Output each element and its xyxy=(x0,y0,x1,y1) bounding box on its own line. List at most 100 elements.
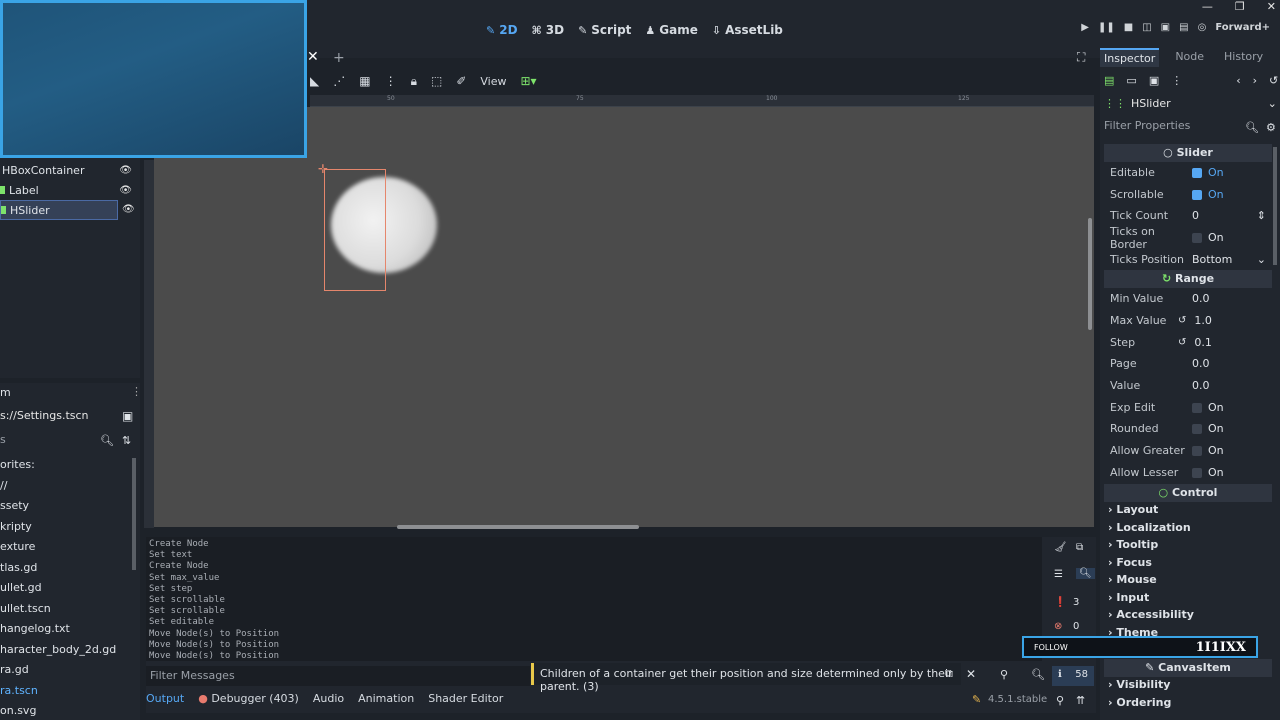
clear-log-icon[interactable]: 🧹︎ xyxy=(1054,542,1067,553)
pivot-icon[interactable]: ✛ xyxy=(318,162,328,176)
more-options-icon[interactable]: ⋮ xyxy=(1171,74,1182,87)
revert-icon[interactable]: ↺ xyxy=(1178,337,1186,348)
maximize-icon[interactable]: ❐ xyxy=(1235,0,1245,13)
grid-snap-icon[interactable]: ▦ xyxy=(359,74,370,88)
prop-step[interactable]: Step ↺ 0.1 xyxy=(1104,332,1272,353)
section-control[interactable]: ○ Control xyxy=(1104,484,1272,502)
visibility-eye-icon[interactable]: 👁︎ xyxy=(122,204,135,215)
tab-3d[interactable]: ⌘ 3D xyxy=(532,23,565,37)
expand-panel-icon[interactable]: ⇈ xyxy=(1076,694,1085,707)
tab-assetlib[interactable]: ⇩ AssetLib xyxy=(712,23,783,37)
tree-item-label[interactable]: Label 👁︎ xyxy=(0,180,140,200)
collapse-icon[interactable]: ☰ xyxy=(1054,569,1063,580)
list-item[interactable]: ssety xyxy=(0,499,132,520)
list-item[interactable]: on.svg xyxy=(0,704,132,720)
save-resource-icon[interactable]: ▣ xyxy=(1149,74,1159,87)
tab-script[interactable]: ✎ Script xyxy=(578,23,631,37)
group-mouse[interactable]: › Mouse xyxy=(1108,573,1157,586)
minimize-icon[interactable]: — xyxy=(1202,0,1213,13)
warning-filter-icon[interactable]: ❗ xyxy=(1054,597,1066,608)
prop-rounded[interactable]: Rounded On xyxy=(1104,418,1272,439)
filter-messages-input[interactable]: Filter Messages xyxy=(146,666,530,686)
search-icon[interactable]: 🔍︎ xyxy=(1031,668,1045,681)
pause-icon[interactable]: ❚❚ xyxy=(1098,22,1115,33)
anchor-presets-icon[interactable]: ⊞▾ xyxy=(520,74,536,88)
tab-inspector[interactable]: Inspector xyxy=(1100,48,1160,67)
movie-icon[interactable]: ▣ xyxy=(1161,22,1170,33)
sort-icon[interactable]: ⇅ xyxy=(122,434,131,447)
prop-ticks-position[interactable]: Ticks Position Bottom ⌄ xyxy=(1104,249,1272,270)
group-visibility[interactable]: › Visibility xyxy=(1108,678,1170,691)
tab-game[interactable]: ♟ Game xyxy=(645,23,697,37)
prop-page[interactable]: Page 0.0 xyxy=(1104,353,1272,374)
viewport-vscrollbar[interactable] xyxy=(1088,218,1092,330)
play-custom-icon[interactable]: ◎ xyxy=(1198,22,1207,33)
game-preview-window[interactable] xyxy=(0,0,307,158)
checkbox[interactable] xyxy=(1192,402,1202,413)
viewport-hscrollbar[interactable] xyxy=(397,525,639,529)
group-layout[interactable]: › Layout xyxy=(1108,503,1158,516)
list-item[interactable]: ra.gd xyxy=(0,663,132,684)
list-item[interactable]: // xyxy=(0,479,132,500)
view-menu[interactable]: View xyxy=(480,75,506,88)
tab-animation[interactable]: Animation xyxy=(358,692,414,705)
inspector-scrollbar[interactable] xyxy=(1273,147,1277,265)
prop-ticks-on-border[interactable]: Ticks on Border On xyxy=(1104,225,1272,251)
inspected-node[interactable]: ⋮⋮ HSlider ⌄ xyxy=(1104,97,1277,110)
visibility-eye-icon[interactable]: 👁︎ xyxy=(119,185,132,196)
new-resource-icon[interactable]: ▤ xyxy=(1104,74,1114,87)
tree-item-hslider[interactable]: HSlider xyxy=(0,200,118,220)
list-item[interactable]: ullet.gd xyxy=(0,581,132,602)
list-item[interactable]: hangelog.txt xyxy=(0,622,132,643)
group-tooltip[interactable]: › Tooltip xyxy=(1108,538,1158,551)
group-input[interactable]: › Input xyxy=(1108,591,1149,604)
spinner-icon[interactable]: ⇕ xyxy=(1257,209,1266,222)
group-accessibility[interactable]: › Accessibility xyxy=(1108,608,1194,621)
prop-allow-greater[interactable]: Allow Greater On xyxy=(1104,440,1272,461)
close-warning-icon[interactable]: ✕ xyxy=(966,667,976,681)
prop-min-value[interactable]: Min Value 0.0 xyxy=(1104,288,1272,309)
lock-icon[interactable]: 🔒︎ xyxy=(411,74,417,89)
tab-debugger[interactable]: ● Debugger (403) xyxy=(198,692,299,705)
open-resource-icon[interactable]: ▭ xyxy=(1126,74,1136,87)
distraction-free-icon[interactable]: ⛶ xyxy=(1077,50,1085,65)
split-view-icon[interactable]: ▣ xyxy=(122,409,133,423)
pin-icon[interactable]: ⚲ xyxy=(1000,668,1008,681)
list-item[interactable]: ullet.tscn xyxy=(0,602,132,623)
filesystem-scrollbar[interactable] xyxy=(132,458,136,570)
smart-snap-icon[interactable]: ⋰ xyxy=(333,74,345,88)
group-ordering[interactable]: › Ordering xyxy=(1108,696,1171,709)
prop-editable[interactable]: Editable On xyxy=(1104,162,1272,183)
close-scene-tab-icon[interactable]: ✕ xyxy=(307,49,319,65)
close-window-icon[interactable]: ✕ xyxy=(1267,0,1276,13)
list-item[interactable]: haracter_body_2d.gd xyxy=(0,643,132,664)
section-range[interactable]: ↻ Range xyxy=(1104,270,1272,288)
stop-icon[interactable]: ■ xyxy=(1124,22,1133,33)
error-filter-icon[interactable]: ⊗ xyxy=(1054,621,1062,632)
list-item[interactable]: kripty xyxy=(0,520,132,541)
selection-rect[interactable] xyxy=(324,169,386,291)
list-item[interactable]: orites: xyxy=(0,458,132,479)
tab-shader-editor[interactable]: Shader Editor xyxy=(428,692,503,705)
tree-item-hboxcontainer[interactable]: HBoxContainer 👁︎ xyxy=(0,160,140,180)
tab-output[interactable]: Output xyxy=(146,692,184,705)
copy-log-icon[interactable]: ⧉ xyxy=(1076,542,1083,553)
section-canvasitem[interactable]: ✎ CanvasItem xyxy=(1104,659,1272,677)
canvas-viewport[interactable] xyxy=(154,107,1094,527)
tab-2d[interactable]: ✎ 2D xyxy=(486,23,518,37)
filesystem-search-input[interactable]: s xyxy=(0,433,112,451)
prop-tick-count[interactable]: Tick Count 0 ⇕ xyxy=(1104,205,1272,226)
pin-panel-icon[interactable]: ⚲ xyxy=(1056,694,1064,707)
forward-icon[interactable]: › xyxy=(1253,74,1257,87)
list-item[interactable]: exture xyxy=(0,540,132,561)
prop-exp-edit[interactable]: Exp Edit On xyxy=(1104,397,1272,418)
filter-properties-input[interactable]: Filter Properties xyxy=(1100,118,1260,136)
search-log-icon[interactable]: 🔍︎ xyxy=(1076,568,1095,579)
dock-menu-icon[interactable]: ⋮ xyxy=(131,385,142,398)
back-icon[interactable]: ‹ xyxy=(1236,74,1240,87)
ruler-tool-icon[interactable]: ◣ xyxy=(310,74,319,88)
prop-scrollable[interactable]: Scrollable On xyxy=(1104,184,1272,205)
checkbox[interactable] xyxy=(1192,167,1202,178)
checkbox[interactable] xyxy=(1192,445,1202,456)
prop-allow-lesser[interactable]: Allow Lesser On xyxy=(1104,462,1272,483)
